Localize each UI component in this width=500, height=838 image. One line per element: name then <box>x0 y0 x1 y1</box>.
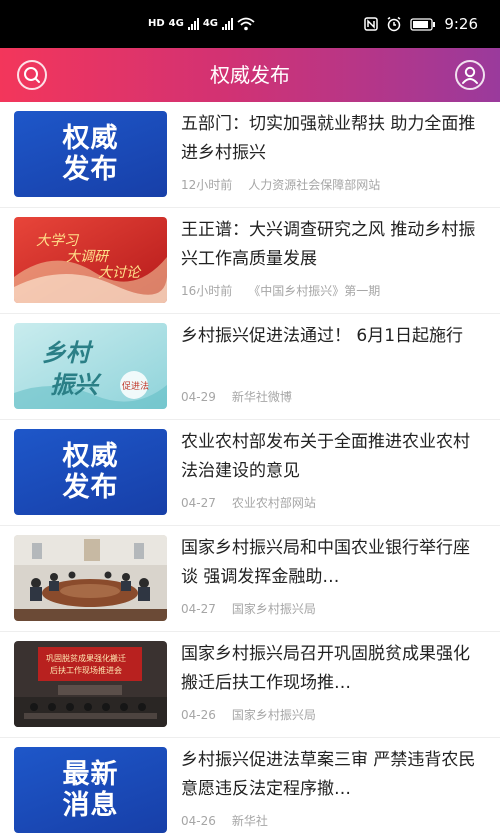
hd-icon: HD <box>148 18 165 29</box>
banner-line: 大讨论 <box>98 265 142 281</box>
status-left: HD 4G 4G <box>148 12 255 36</box>
news-thumbnail: 大学习 大调研 大讨论 <box>14 217 167 303</box>
signal-icon <box>187 18 199 30</box>
badge-line: 发布 <box>62 154 119 185</box>
news-meta: 04-26 国家乡村振兴局 <box>181 707 316 723</box>
status-time: 9:26 <box>444 15 478 33</box>
badge-line: 权威 <box>62 441 119 472</box>
badge-line: 最新 <box>62 759 119 790</box>
news-title[interactable]: 国家乡村振兴局召开巩固脱贫成果强化搬迁后扶工作现场推… <box>181 640 481 700</box>
news-item[interactable]: 权威 发布 五部门：切实加强就业帮扶 助力全面推进乡村振兴 12小时前 人力资源社… <box>0 102 500 208</box>
news-source: 《中国乡村振兴》第一期 <box>248 284 381 298</box>
news-source: 国家乡村振兴局 <box>231 602 316 616</box>
signal-icon-2 <box>222 18 234 30</box>
app-header: 权威发布 <box>0 48 500 102</box>
news-title[interactable]: 王正谱：大兴调查研究之风 推动乡村振兴工作高质量发展 <box>181 216 481 276</box>
news-list: 权威 发布 五部门：切实加强就业帮扶 助力全面推进乡村振兴 12小时前 人力资源社… <box>0 102 500 838</box>
network-type-1: 4G <box>168 18 184 29</box>
news-meta: 12小时前 人力资源社会保障部网站 <box>181 177 380 193</box>
news-title[interactable]: 国家乡村振兴局和中国农业银行举行座谈 强调发挥金融助… <box>181 534 481 594</box>
nfc-icon <box>364 17 379 31</box>
news-item[interactable]: 权威 发布 农业农村部发布关于全面推进农业农村法治建设的意见 04-27 农业农村… <box>0 420 500 526</box>
banner-image: 大学习 大调研 大讨论 <box>14 217 167 303</box>
news-thumbnail: 最新 消息 <box>14 747 167 833</box>
news-source: 新华社 <box>231 814 268 828</box>
banner-line: 大学习 <box>36 233 80 249</box>
wifi-icon <box>237 17 255 31</box>
seal-text: 促进法 <box>122 380 149 392</box>
news-thumbnail: 乡村 振兴 促进法 <box>14 323 167 409</box>
banner-line: 后扶工作现场推进会 <box>50 665 122 675</box>
news-thumbnail <box>14 535 167 621</box>
news-meta: 04-29 新华社微博 <box>181 389 292 405</box>
news-meta: 04-27 农业农村部网站 <box>181 495 316 511</box>
status-bar: HD 4G 4G 9:26 <box>0 0 500 48</box>
user-button[interactable] <box>455 60 485 90</box>
banner-line: 巩固脱贫成果强化搬迁 <box>46 653 126 663</box>
news-thumbnail: 权威 发布 <box>14 111 167 197</box>
badge-line: 发布 <box>62 472 119 503</box>
thumbnail-badge-text: 最新 消息 <box>14 747 167 833</box>
banner-line: 大调研 <box>66 249 110 265</box>
meeting-photo <box>14 535 167 621</box>
battery-icon <box>410 17 436 31</box>
news-item[interactable]: 巩固脱贫成果强化搬迁 后扶工作现场推进会 国家乡村振兴局召开巩固脱贫成果强化搬迁… <box>0 632 500 738</box>
thumbnail-badge-text: 权威 发布 <box>14 429 167 515</box>
news-source: 农业农村部网站 <box>231 496 316 510</box>
news-source: 新华社微博 <box>231 390 292 404</box>
calligraphy-line: 振兴 <box>50 370 102 399</box>
conference-photo: 巩固脱贫成果强化搬迁 后扶工作现场推进会 <box>14 641 167 727</box>
news-time: 04-26 <box>181 708 216 722</box>
news-item[interactable]: 乡村 振兴 促进法 乡村振兴促进法通过！ 6月1日起施行 04-29 新华社微博 <box>0 314 500 420</box>
badge-line: 权威 <box>62 123 119 154</box>
news-title[interactable]: 五部门：切实加强就业帮扶 助力全面推进乡村振兴 <box>181 110 481 170</box>
news-item[interactable]: 国家乡村振兴局和中国农业银行举行座谈 强调发挥金融助… 04-27 国家乡村振兴局 <box>0 526 500 632</box>
status-right: 9:26 <box>364 12 478 36</box>
news-time: 04-26 <box>181 814 216 828</box>
alarm-icon <box>387 16 401 32</box>
news-time: 16小时前 <box>181 284 233 298</box>
network-type-2: 4G <box>202 18 219 29</box>
news-title[interactable]: 乡村振兴促进法通过！ 6月1日起施行 <box>181 322 481 382</box>
news-time: 04-27 <box>181 602 216 616</box>
news-title[interactable]: 农业农村部发布关于全面推进农业农村法治建设的意见 <box>181 428 481 488</box>
news-item[interactable]: 大学习 大调研 大讨论 王正谱：大兴调查研究之风 推动乡村振兴工作高质量发展 1… <box>0 208 500 314</box>
news-title[interactable]: 乡村振兴促进法草案三审 严禁违背农民意愿违反法定程序撤… <box>181 746 481 806</box>
page-title: 权威发布 <box>210 63 290 87</box>
news-thumbnail: 权威 发布 <box>14 429 167 515</box>
calligraphy-image: 乡村 振兴 促进法 <box>14 323 167 409</box>
thumbnail-badge-text: 权威 发布 <box>14 111 167 197</box>
news-thumbnail: 巩固脱贫成果强化搬迁 后扶工作现场推进会 <box>14 641 167 727</box>
news-meta: 16小时前 《中国乡村振兴》第一期 <box>181 283 380 299</box>
news-time: 12小时前 <box>181 178 233 192</box>
badge-line: 消息 <box>62 790 119 821</box>
news-time: 04-29 <box>181 390 216 404</box>
news-source: 人力资源社会保障部网站 <box>248 178 381 192</box>
user-icon <box>462 66 478 84</box>
news-meta: 04-27 国家乡村振兴局 <box>181 601 316 617</box>
calligraphy-line: 乡村 <box>42 338 94 367</box>
news-time: 04-27 <box>181 496 216 510</box>
news-source: 国家乡村振兴局 <box>231 708 316 722</box>
news-meta: 04-26 新华社 <box>181 813 268 829</box>
news-item[interactable]: 最新 消息 乡村振兴促进法草案三审 严禁违背农民意愿违反法定程序撤… 04-26… <box>0 738 500 838</box>
